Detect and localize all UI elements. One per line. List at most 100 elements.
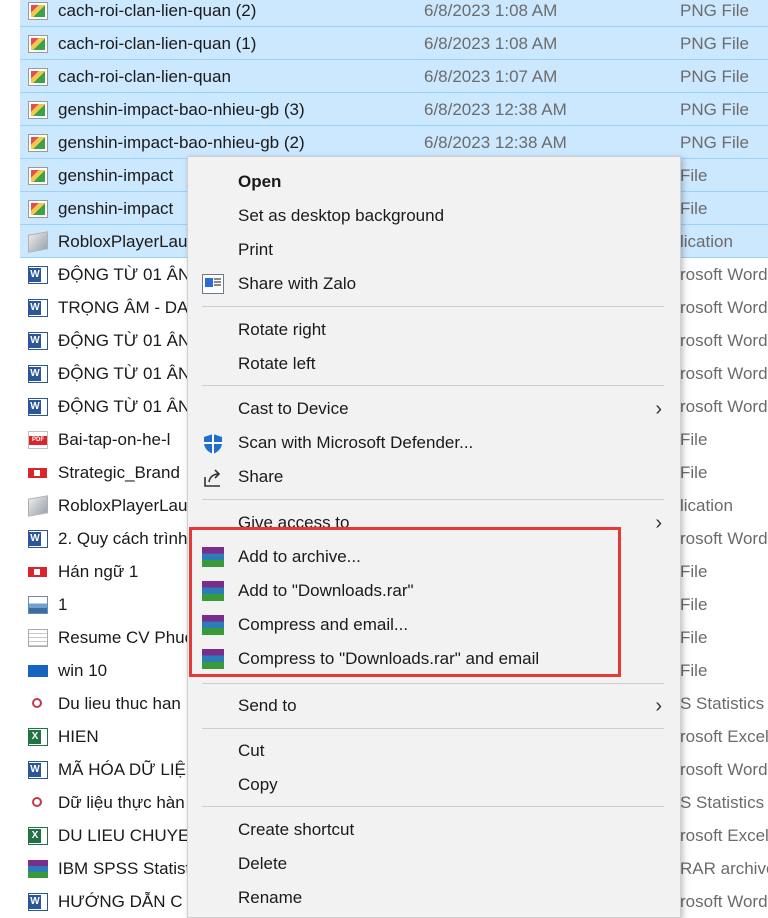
file-name: HƯỚNG DẪN C [58, 892, 183, 911]
spss-data-icon [28, 695, 48, 713]
file-type: rosoft Word [680, 364, 768, 383]
file-date: 6/8/2023 1:07 AM [424, 67, 558, 86]
menu-item-copy[interactable]: Copy [188, 768, 680, 802]
menu-item-share[interactable]: Share [188, 460, 680, 494]
windows-image-icon [28, 665, 48, 677]
png-file-icon [28, 134, 48, 152]
context-menu: Open Set as desktop background Print Sha… [187, 156, 681, 918]
menu-item-cut[interactable]: Cut [188, 734, 680, 768]
menu-separator [202, 385, 664, 386]
file-type: rosoft Word [680, 265, 768, 284]
file-row[interactable]: cach-roi-clan-lien-quan 6/8/2023 1:07 AM P… [0, 60, 768, 93]
chevron-right-icon: › [655, 695, 662, 717]
file-type: File [680, 463, 708, 482]
chevron-right-icon: › [655, 512, 662, 528]
chevron-right-icon: › [655, 398, 662, 420]
menu-item-label: Cast to Device [238, 399, 349, 418]
menu-item-compress-and-email[interactable]: Compress and email... [188, 608, 680, 642]
file-name: HIEN [58, 727, 99, 746]
file-name: RobloxPlayerLau [58, 232, 188, 251]
excel-file-icon [28, 827, 48, 845]
menu-item-add-to-archive[interactable]: Add to archive... [188, 540, 680, 574]
file-row[interactable]: genshin-impact-bao-nhieu-gb (2) 6/8/2023 … [0, 126, 768, 159]
menu-item-label: Print [238, 240, 273, 259]
file-type: rosoft Word [680, 529, 768, 548]
png-file-icon [28, 2, 48, 20]
powerpoint-file-icon [28, 464, 48, 482]
file-row[interactable]: genshin-impact-bao-nhieu-gb (3) 6/8/2023 … [0, 93, 768, 126]
png-file-icon [28, 35, 48, 53]
file-name: Hán ngữ 1 [58, 562, 139, 581]
file-name: ĐỘNG TỪ 01 ÂN [58, 265, 191, 284]
file-name: Resume CV Phuc [58, 628, 194, 647]
file-type: PNG File [680, 34, 749, 53]
file-type: File [680, 199, 708, 218]
application-icon [28, 231, 48, 253]
file-name: Du lieu thuc han [58, 694, 181, 713]
menu-item-rename[interactable]: Rename [188, 881, 680, 915]
zalo-icon [202, 274, 224, 294]
file-name: TRỌNG ÂM - DA [58, 298, 189, 317]
menu-item-compress-to-rar-and-email[interactable]: Compress to "Downloads.rar" and email [188, 642, 680, 676]
file-type: PNG File [680, 67, 749, 86]
menu-item-label: Rotate right [238, 320, 326, 339]
menu-item-add-to-downloads-rar[interactable]: Add to "Downloads.rar" [188, 574, 680, 608]
spss-data-icon [28, 794, 48, 812]
file-type: File [680, 661, 708, 680]
menu-item-label: Share [238, 467, 284, 486]
menu-item-label: Set as desktop background [238, 206, 445, 225]
file-name: IBM SPSS Statist [58, 859, 191, 878]
file-type: File [680, 430, 708, 449]
menu-item-scan-defender[interactable]: Scan with Microsoft Defender... [188, 426, 680, 460]
menu-item-rotate-right[interactable]: Rotate right [188, 313, 680, 347]
menu-item-give-access[interactable]: Give access to › [188, 506, 680, 528]
menu-item-label: Delete [238, 854, 288, 873]
menu-item-open[interactable]: Open [188, 165, 680, 199]
file-name: cach-roi-clan-lien-quan (2) [58, 1, 257, 20]
menu-item-cast-to-device[interactable]: Cast to Device › [188, 392, 680, 426]
word-document-icon [28, 893, 48, 911]
file-type: rosoft Word [680, 331, 768, 350]
menu-item-label: Add to "Downloads.rar" [238, 581, 414, 600]
file-name: ĐỘNG TỪ 01 ÂN [58, 331, 191, 350]
file-name: Bai-tap-on-he-l [58, 430, 171, 449]
file-type: File [680, 166, 708, 185]
word-document-icon [28, 398, 48, 416]
word-document-icon [28, 365, 48, 383]
file-name: cach-roi-clan-lien-quan (1) [58, 34, 257, 53]
menu-separator [202, 499, 664, 500]
file-row[interactable]: cach-roi-clan-lien-quan (2) 6/8/2023 1:08… [0, 0, 768, 27]
png-file-icon [28, 68, 48, 86]
file-name: Strategic_Brand [58, 463, 180, 482]
file-type: lication [680, 496, 733, 515]
menu-item-share-with-zalo[interactable]: Share with Zalo [188, 267, 680, 301]
menu-item-label: Scan with Microsoft Defender... [238, 433, 474, 452]
menu-item-send-to[interactable]: Send to › [188, 689, 680, 723]
menu-item-delete[interactable]: Delete [188, 847, 680, 881]
word-document-icon [28, 332, 48, 350]
word-document-icon [28, 299, 48, 317]
file-type: File [680, 562, 708, 581]
file-date: 6/8/2023 12:38 AM [424, 133, 567, 152]
winrar-icon [202, 547, 224, 567]
menu-item-rotate-left[interactable]: Rotate left [188, 347, 680, 381]
file-type: rosoft Word [680, 397, 768, 416]
menu-item-set-desktop-background[interactable]: Set as desktop background [188, 199, 680, 233]
menu-item-create-shortcut[interactable]: Create shortcut [188, 813, 680, 847]
menu-separator [202, 806, 664, 807]
share-icon [202, 467, 224, 487]
menu-item-label: Copy [238, 775, 278, 794]
menu-item-label: Give access to [238, 513, 350, 528]
file-type: S Statistics I [680, 694, 768, 713]
file-name: genshin-impact-bao-nhieu-gb (2) [58, 133, 305, 152]
pdf-file-icon [28, 431, 48, 449]
file-name: 2. Quy cách trình [58, 529, 188, 548]
file-type: rosoft Excel [680, 826, 768, 845]
file-name: ĐỘNG TỪ 01 ÂN [58, 364, 191, 383]
file-row[interactable]: cach-roi-clan-lien-quan (1) 6/8/2023 1:08… [0, 27, 768, 60]
menu-separator [202, 728, 664, 729]
menu-item-label: Add to archive... [238, 547, 361, 566]
menu-item-print[interactable]: Print [188, 233, 680, 267]
menu-item-label: Rotate left [238, 354, 316, 373]
file-date: 6/8/2023 1:08 AM [424, 1, 558, 20]
